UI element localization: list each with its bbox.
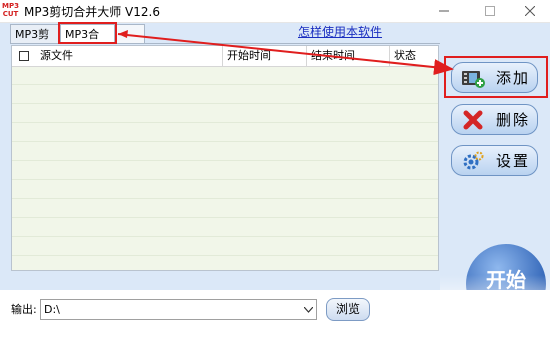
annotation-arrow (117, 30, 454, 76)
app-window: MP3 CUT MP3剪切合并大师 V12.6 MP3剪切 MP3合并 怎样使用… (0, 0, 550, 344)
